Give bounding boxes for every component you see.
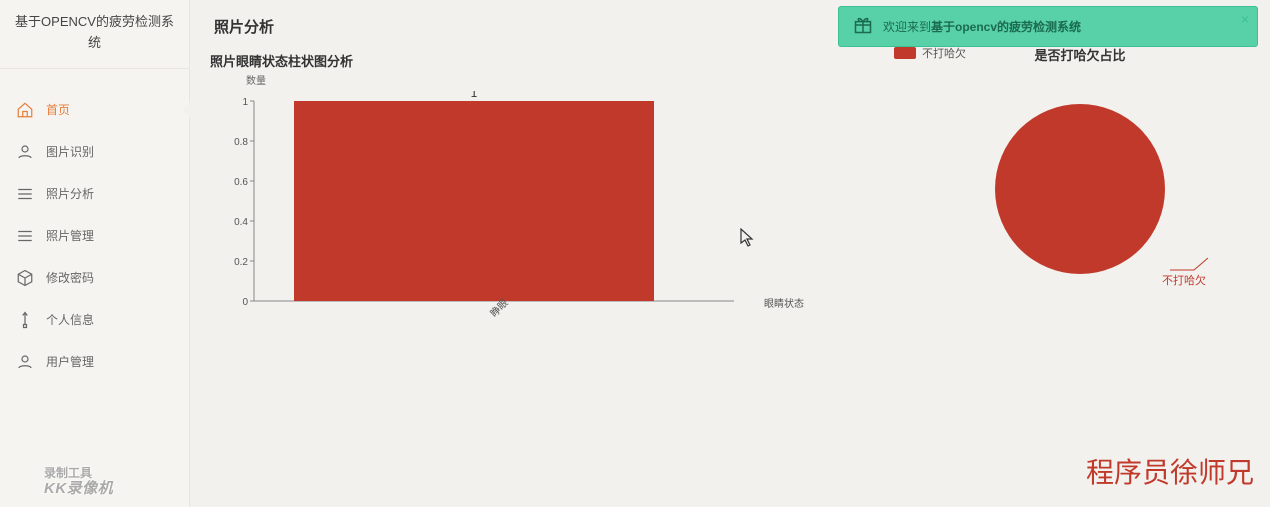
bar-chart-ylabel: 数量: [246, 72, 906, 87]
welcome-toast: 欢迎来到基于opencv的疲劳检测系统 ×: [838, 6, 1258, 47]
list-icon: [16, 227, 34, 245]
user-icon: [16, 353, 34, 371]
sidebar-item-image-recognition[interactable]: 图片识别: [0, 131, 189, 173]
sidebar: 基于OPENCV的疲劳检测系统 首页 图片识别 照片分析 照片管理: [0, 0, 190, 507]
svg-text:0.2: 0.2: [234, 257, 248, 268]
gift-icon: [853, 15, 873, 38]
pie-chart-title: 是否打哈欠占比: [906, 45, 1254, 64]
sidebar-item-photo-analysis[interactable]: 照片分析: [0, 173, 189, 215]
sidebar-item-label: 照片管理: [46, 227, 94, 244]
home-icon: [16, 101, 34, 119]
bar-chart-plot: 0 0.2 0.4 0.6 0.8 1: [234, 91, 906, 326]
sidebar-item-label: 首页: [46, 101, 70, 118]
toast-message: 欢迎来到基于opencv的疲劳检测系统: [883, 18, 1081, 35]
pie-chart-panel: 是否打哈欠占比 不打哈欠: [906, 45, 1254, 326]
main-content: 照片分析 照片眼睛状态柱状图分析 数量 不打哈欠 0 0.2: [190, 0, 1270, 507]
watermark-author: 程序员徐师兄: [1086, 451, 1254, 491]
bar-chart-title: 照片眼睛状态柱状图分析: [210, 51, 906, 70]
bar-value-label: 1: [471, 91, 478, 100]
sidebar-item-photo-management[interactable]: 照片管理: [0, 215, 189, 257]
list-icon: [16, 185, 34, 203]
sidebar-item-profile[interactable]: 个人信息: [0, 299, 189, 341]
pen-icon: [16, 311, 34, 329]
svg-text:0.6: 0.6: [234, 177, 248, 188]
watermark-recorder: 录制工具 KK录像机: [44, 467, 113, 497]
box-icon: [16, 269, 34, 287]
sidebar-item-label: 个人信息: [46, 311, 94, 328]
app-title: 基于OPENCV的疲劳检测系统: [0, 0, 189, 69]
sidebar-item-label: 修改密码: [46, 269, 94, 286]
svg-text:0: 0: [242, 297, 248, 308]
svg-text:0.8: 0.8: [234, 137, 248, 148]
bar-chart-svg: 0 0.2 0.4 0.6 0.8 1: [234, 91, 754, 321]
sidebar-item-label: 图片识别: [46, 143, 94, 160]
sidebar-item-home[interactable]: 首页: [0, 89, 189, 131]
svg-text:0.4: 0.4: [234, 217, 248, 228]
svg-text:1: 1: [242, 97, 248, 108]
pie-slice-label: 不打哈欠: [1162, 272, 1206, 288]
sidebar-item-label: 用户管理: [46, 353, 94, 370]
sidebar-item-user-management[interactable]: 用户管理: [0, 341, 189, 383]
sidebar-item-label: 照片分析: [46, 185, 94, 202]
pie-chart-plot: [995, 104, 1165, 274]
bar-chart-xlabel: 眼睛状态: [764, 295, 804, 310]
sidebar-item-change-password[interactable]: 修改密码: [0, 257, 189, 299]
bar-chart-panel: 照片眼睛状态柱状图分析 数量 不打哈欠 0 0.2 0.: [206, 45, 906, 326]
toast-close-button[interactable]: ×: [1241, 11, 1249, 27]
bar-rect: [294, 101, 654, 301]
user-search-icon: [16, 143, 34, 161]
sidebar-menu: 首页 图片识别 照片分析 照片管理 修改密码: [0, 69, 189, 403]
